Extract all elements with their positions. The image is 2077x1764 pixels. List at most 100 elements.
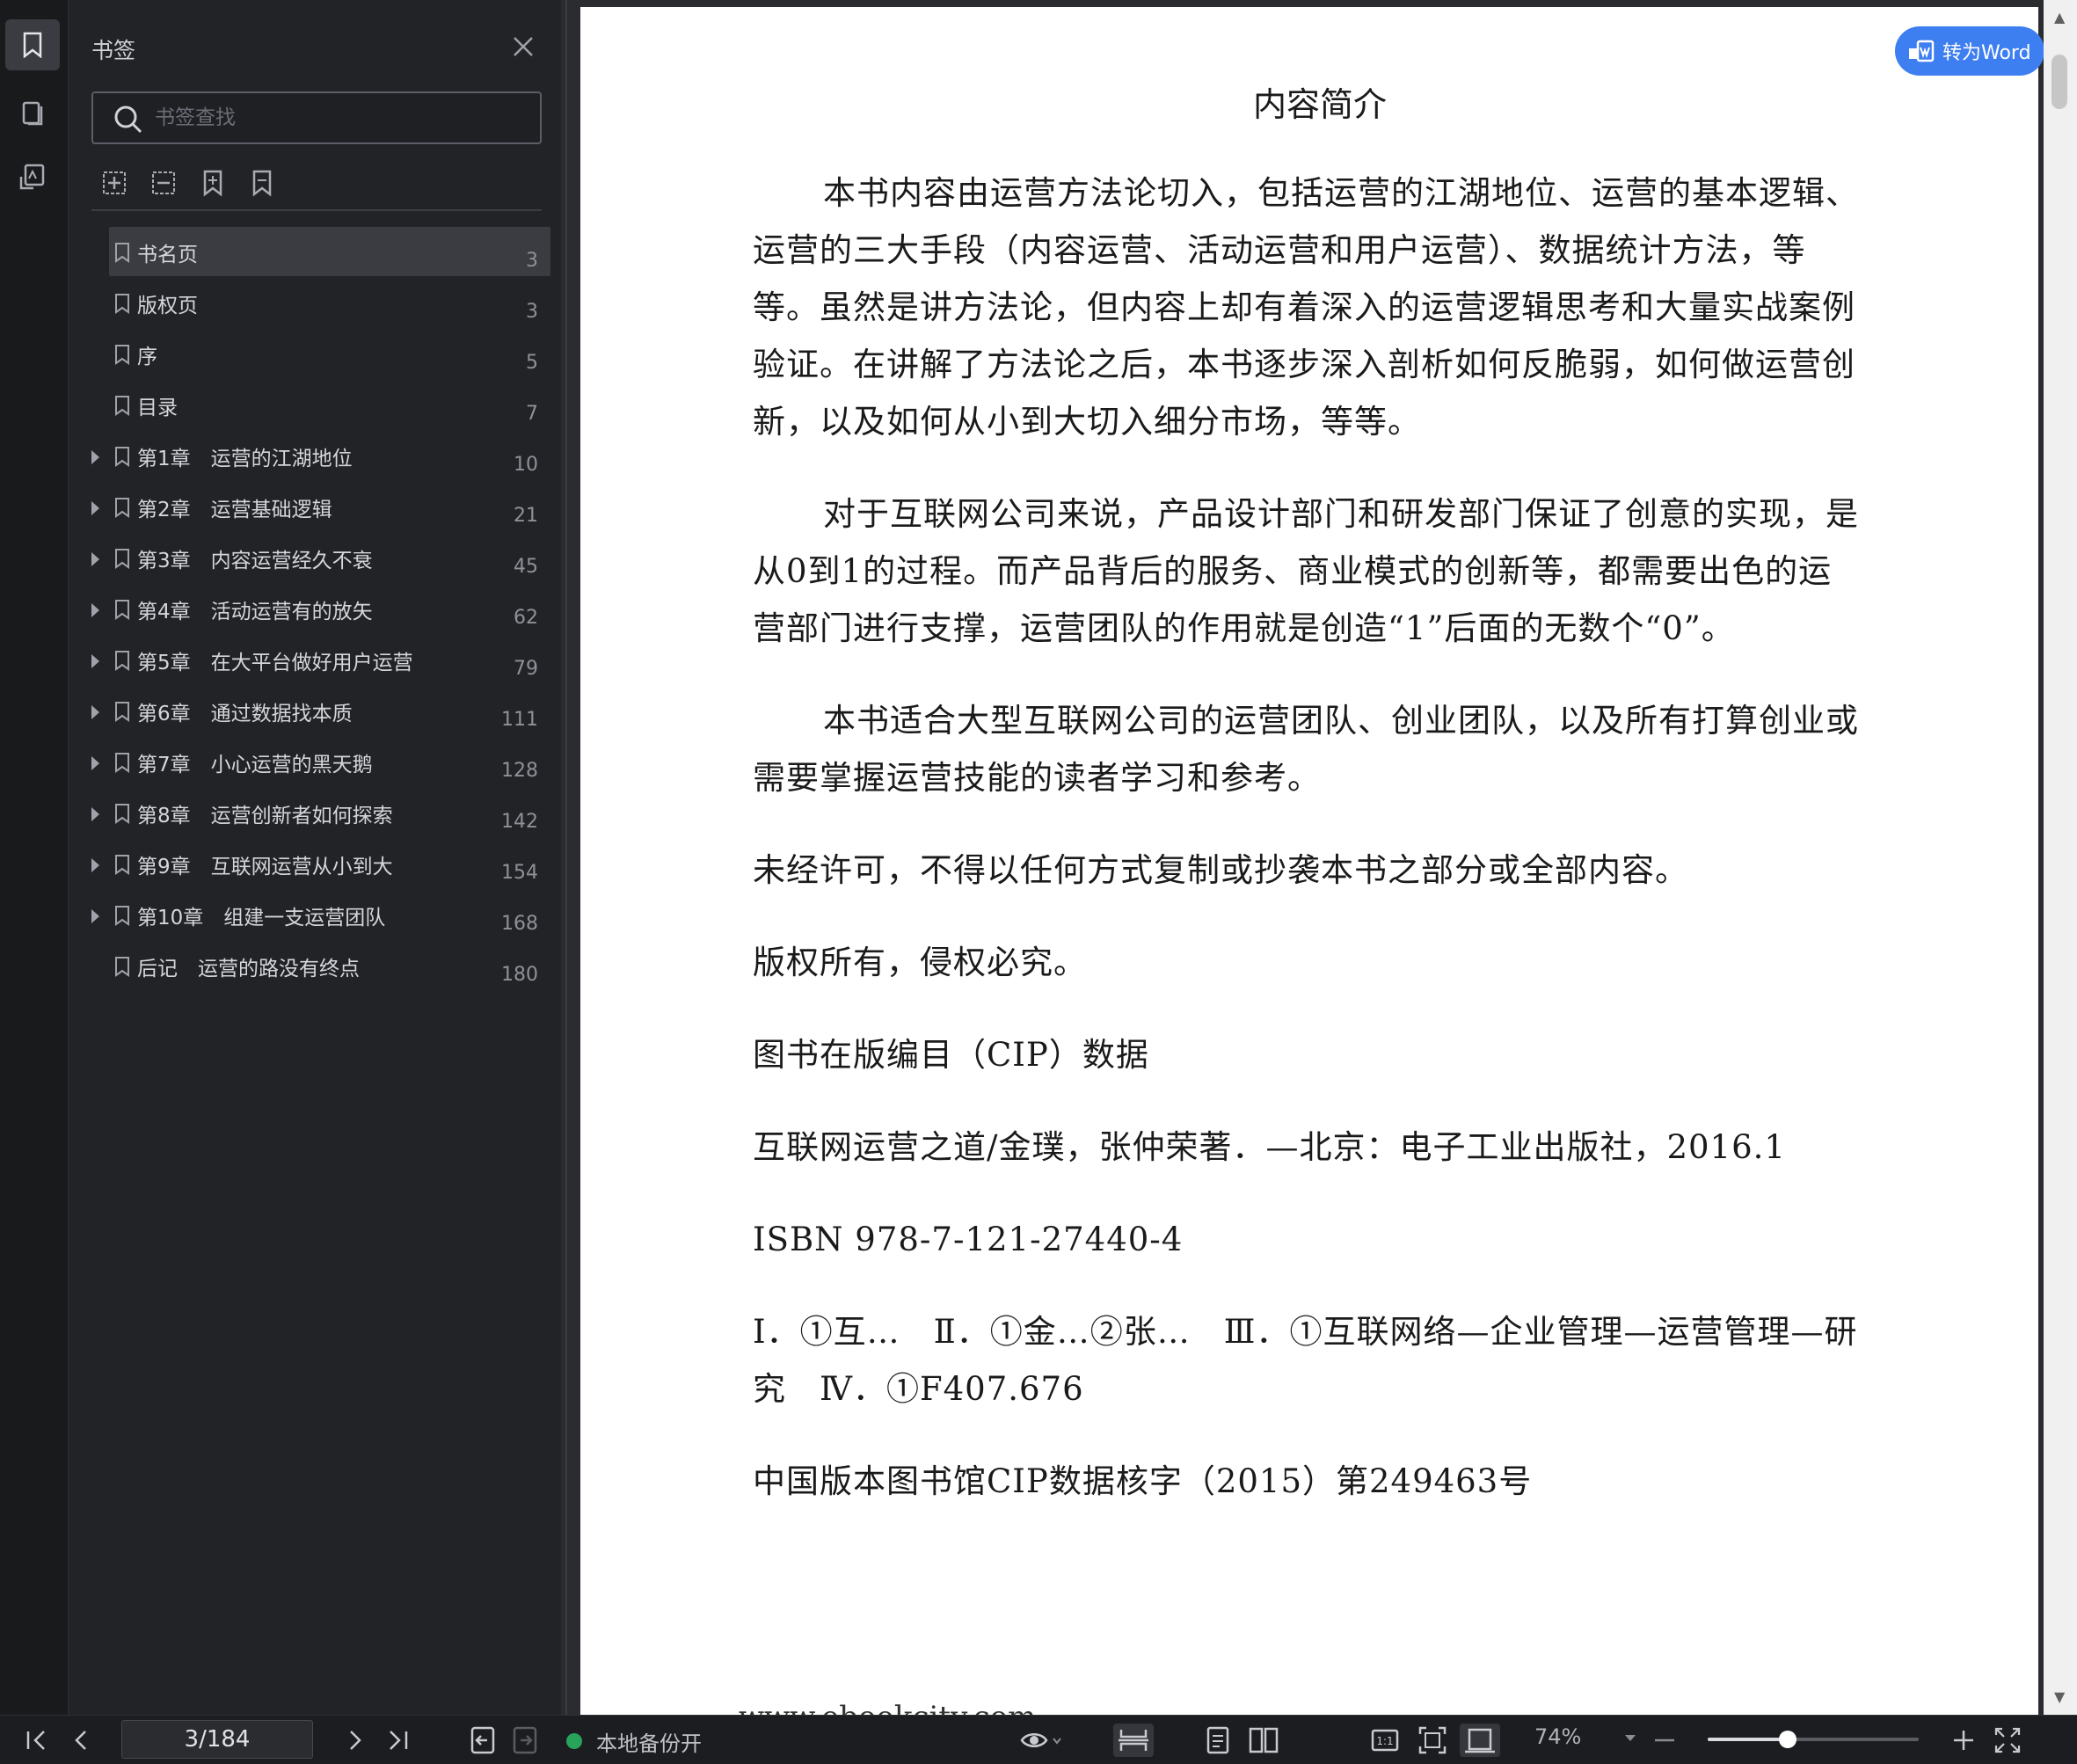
bookmark-item[interactable]: 第1章 运营的江湖地位 10 — [91, 431, 550, 480]
paragraph: 本书适合大型互联网公司的运营团队、创业团队，以及所有打算创业或需要掌握运营技能的… — [753, 702, 1859, 797]
document-scrollbar[interactable]: ▲ ▼ — [2044, 0, 2077, 1715]
zoom-out-icon[interactable] — [1648, 1724, 1681, 1757]
bookmark-label: 第6章 通过数据找本质 — [137, 703, 353, 725]
scrollbar-thumb[interactable] — [2051, 55, 2067, 109]
bookmark-panel-button[interactable] — [5, 19, 60, 70]
scroll-up-arrow-icon[interactable]: ▲ — [2054, 9, 2065, 26]
bookmark-icon — [115, 243, 129, 263]
expand-arrow-icon[interactable] — [91, 756, 99, 770]
single-page-icon[interactable] — [1201, 1724, 1235, 1757]
expand-arrow-icon[interactable] — [91, 705, 99, 719]
backup-status-label[interactable]: 本地备份开 — [596, 1726, 702, 1757]
reader-window: 书签 书名页3版权页3序5目录7第1章 运营的江湖地位10第2 — [0, 0, 2077, 1764]
bookmark-icon — [115, 651, 129, 671]
bookmark-label: 序 — [137, 346, 157, 368]
fullscreen-icon[interactable] — [1991, 1724, 2024, 1757]
two-page-icon[interactable] — [1247, 1724, 1280, 1757]
convert-to-word-button[interactable]: 转为Word — [1895, 26, 2044, 76]
bookmark-item[interactable]: 第7章 小心运营的黑天鹅 128 — [91, 737, 550, 786]
bookmark-item[interactable]: 第8章 运营创新者如何探索 142 — [91, 788, 550, 837]
bookmark-item[interactable]: 书名页 3 — [109, 227, 550, 276]
next-page-icon[interactable] — [338, 1724, 371, 1757]
zoom-slider[interactable] — [1708, 1731, 1919, 1748]
bookmark-item[interactable]: 第6章 通过数据找本质 111 — [91, 686, 550, 735]
last-page-icon[interactable] — [382, 1724, 415, 1757]
bookmark-page-number: 180 — [501, 964, 538, 986]
expand-arrow-icon[interactable] — [91, 807, 99, 821]
expand-arrow-icon[interactable] — [91, 654, 99, 668]
add-bookmark-icon[interactable] — [197, 167, 229, 199]
scroll-down-arrow-icon[interactable]: ▼ — [2054, 1688, 2065, 1705]
bookmark-page-number: 111 — [501, 709, 538, 731]
isbn-line: ISBN 978-7-121-27440-4 — [753, 1221, 1184, 1258]
thumbnail-panel-button[interactable] — [5, 88, 60, 139]
expand-arrow-icon[interactable] — [91, 858, 99, 872]
search-icon — [113, 104, 144, 135]
bookmark-search-input[interactable] — [155, 100, 524, 135]
expand-arrow-icon[interactable] — [91, 450, 99, 464]
expand-arrow-icon[interactable] — [91, 552, 99, 566]
collapse-all-icon[interactable] — [148, 167, 179, 199]
bookmark-page-number: 21 — [514, 505, 538, 527]
bookmark-icon — [115, 294, 129, 314]
bookmark-page-number: 3 — [526, 301, 538, 323]
bookmark-panel: 书签 书名页3版权页3序5目录7第1章 运营的江湖地位10第2 — [69, 0, 565, 1715]
side-rail — [0, 0, 69, 1715]
bookmark-item[interactable]: 第9章 互联网运营从小到大 154 — [91, 839, 550, 888]
forward-icon[interactable] — [508, 1724, 542, 1757]
annotation-icon — [19, 164, 45, 190]
document-viewer: 内容简介 本书内容由运营方法论切入，包括运营的江湖地位、运营的基本逻辑、运营的三… — [579, 0, 2077, 1715]
panel-splitter[interactable] — [565, 0, 579, 1715]
bookmark-item[interactable]: 后记 运营的路没有终点 180 — [109, 941, 550, 990]
bookmark-icon — [115, 345, 129, 365]
back-icon[interactable] — [466, 1724, 499, 1757]
previous-page-icon[interactable] — [65, 1724, 98, 1757]
zoom-level[interactable]: 74% — [1534, 1724, 1581, 1749]
bookmark-icon — [115, 447, 129, 467]
word-convert-icon — [1907, 38, 1935, 64]
bookmark-item[interactable]: 序5 — [109, 329, 550, 378]
bookmark-icon — [115, 600, 129, 620]
first-page-icon[interactable] — [19, 1724, 53, 1757]
expand-arrow-icon[interactable] — [91, 603, 99, 617]
bookmark-page-number: 168 — [501, 913, 538, 935]
bookmark-label: 第7章 小心运营的黑天鹅 — [137, 754, 373, 776]
convert-to-word-label: 转为Word — [1942, 42, 2031, 64]
bookmark-page-number: 5 — [526, 352, 538, 374]
bookmark-page-number: 45 — [514, 556, 538, 578]
page-number-input[interactable]: 3/184 — [121, 1720, 313, 1759]
expand-all-icon[interactable] — [98, 167, 130, 199]
continuous-scroll-icon[interactable] — [1113, 1724, 1154, 1757]
bookmark-item[interactable]: 第2章 运营基础逻辑 21 — [91, 482, 550, 531]
bookmark-item[interactable]: 版权页 3 — [109, 278, 550, 327]
expand-arrow-icon[interactable] — [91, 909, 99, 923]
expand-arrow-icon[interactable] — [91, 501, 99, 515]
zoom-dropdown-icon[interactable] — [1625, 1735, 1636, 1741]
close-icon[interactable] — [508, 32, 538, 62]
copyright-notice: 未经许可，不得以任何方式复制或抄袭本书之部分或全部内容。 — [753, 851, 1688, 889]
zoom-in-icon[interactable] — [1947, 1724, 1980, 1757]
bookmark-page-number: 154 — [501, 862, 538, 884]
bookmark-item[interactable]: 第4章 活动运营有的放矢 62 — [91, 584, 550, 633]
eye-protection-icon[interactable] — [1018, 1724, 1064, 1757]
zoom-slider-handle[interactable] — [1779, 1731, 1797, 1748]
zoom-slider-fill — [1708, 1738, 1789, 1741]
remove-bookmark-icon[interactable] — [246, 167, 278, 199]
bookmark-item[interactable]: 第3章 内容运营经久不衰 45 — [91, 533, 550, 582]
bookmark-item[interactable]: 目录 7 — [109, 380, 550, 429]
fit-page-icon[interactable] — [1416, 1724, 1449, 1757]
document-page: 内容简介 本书内容由运营方法论切入，包括运营的江湖地位、运营的基本逻辑、运营的三… — [580, 7, 2038, 1715]
actual-size-icon[interactable]: 1:1 — [1368, 1724, 1402, 1757]
bookmark-page-number: 79 — [514, 658, 538, 680]
bookmark-label: 第9章 互联网运营从小到大 — [137, 856, 393, 878]
bookmark-label: 第10章 组建一支运营团队 — [137, 907, 386, 929]
bookmark-item[interactable]: 第10章 组建一支运营团队 168 — [91, 890, 550, 939]
fit-width-icon[interactable] — [1460, 1724, 1500, 1757]
annotation-panel-button[interactable] — [5, 151, 60, 202]
bookmark-item[interactable]: 第5章 在大平台做好用户运营 79 — [91, 635, 550, 684]
bookmark-label: 目录 — [137, 397, 178, 419]
bookmark-label: 第1章 运营的江湖地位 — [137, 448, 353, 470]
divider — [91, 209, 542, 211]
page-title: 内容简介 — [1252, 85, 1387, 124]
classification-line: Ⅰ．①互… Ⅱ．①金…②张… Ⅲ．①互联网络—企业管理—运营管理—研究 Ⅳ．①F… — [753, 1313, 1858, 1408]
